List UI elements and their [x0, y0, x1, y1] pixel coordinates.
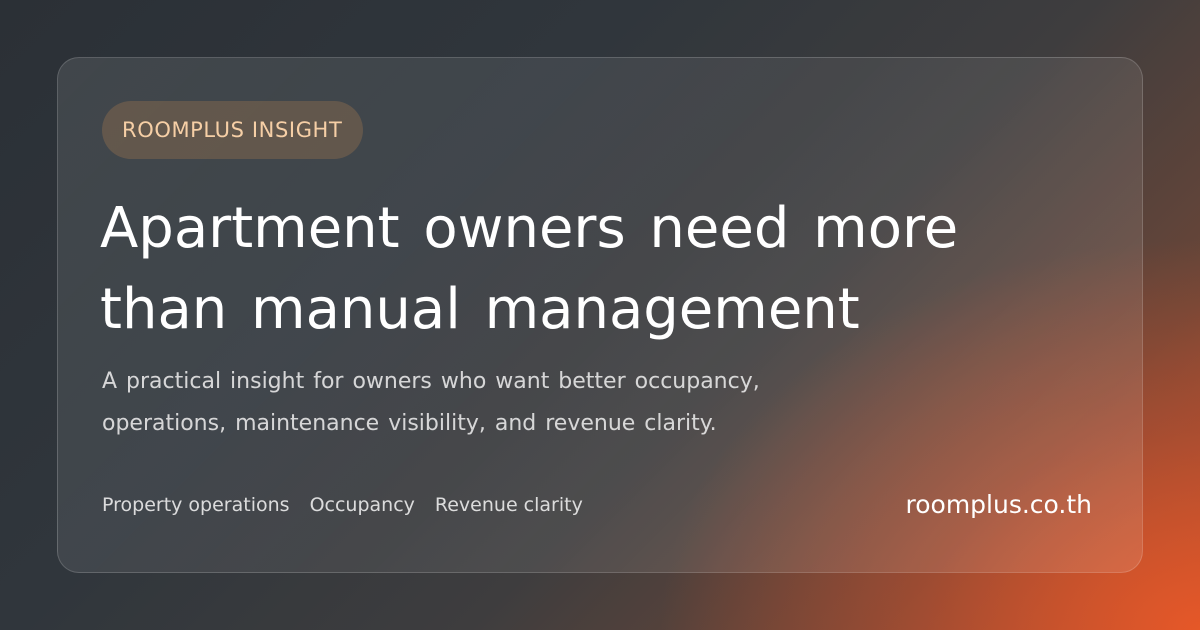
insight-card: ROOMPLUS INSIGHT Apartment owners need m… — [57, 57, 1143, 573]
tag-property-operations: Property operations — [102, 494, 290, 516]
tag-occupancy: Occupancy — [309, 494, 415, 516]
headline: Apartment owners need more than manual m… — [100, 188, 1060, 350]
subtitle: A practical insight for owners who want … — [102, 361, 1002, 445]
subtitle-line-2: operations, maintenance visibility, and … — [102, 411, 717, 436]
tag-revenue-clarity: Revenue clarity — [434, 494, 583, 516]
topic-tags: Property operations Occupancy Revenue cl… — [102, 494, 583, 516]
subtitle-line-1: A practical insight for owners who want … — [102, 369, 760, 394]
category-badge: ROOMPLUS INSIGHT — [102, 101, 364, 159]
headline-line-2: than manual management — [100, 277, 860, 342]
site-url: roomplus.co.th — [905, 490, 1093, 519]
category-badge-label: ROOMPLUS INSIGHT — [122, 117, 343, 142]
headline-line-1: Apartment owners need more — [100, 196, 959, 261]
